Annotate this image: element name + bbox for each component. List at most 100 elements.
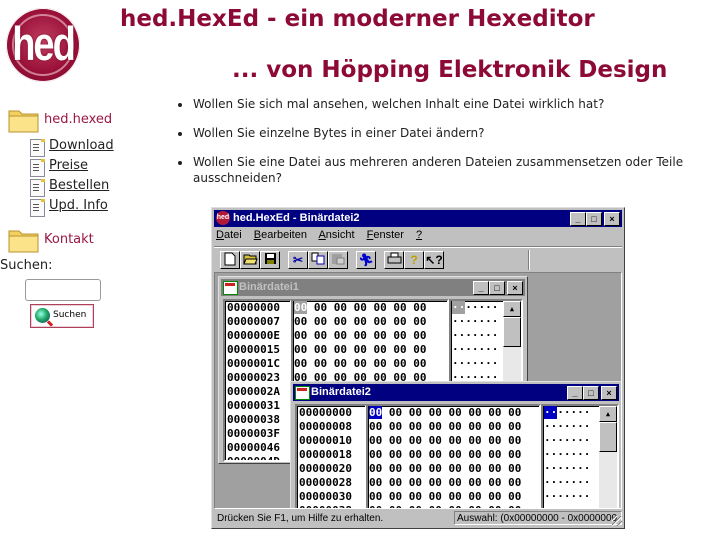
mdi-area: Binärdatei1 _ □ × 00000000 00000007 0000000E… bbox=[214, 272, 622, 509]
status-selection: Auswahl: (0x00000000 - 0x0000000 bbox=[454, 511, 622, 525]
child-window-binaerdatei2[interactable]: Binärdatei2 _ □ × 00000000 00000008 00000010… bbox=[290, 381, 621, 508]
close-button[interactable]: × bbox=[507, 281, 523, 295]
offset-cell: 00000000 bbox=[299, 406, 352, 419]
save-icon[interactable] bbox=[260, 251, 280, 269]
sidebar-link-bestellen[interactable]: Bestellen bbox=[30, 176, 158, 197]
cursor-cell[interactable]: ·· bbox=[452, 301, 466, 314]
offset-cell: 00000038 bbox=[297, 504, 365, 508]
offset-cell: 00000038 bbox=[227, 413, 280, 426]
link-bestellen[interactable]: Bestellen bbox=[49, 178, 109, 193]
hex-column[interactable]: 00 00 00 00 00 00 00 00 00 00 00 00 00 00… bbox=[366, 404, 541, 508]
logo-text: hed bbox=[12, 18, 76, 72]
search-button-label: Suchen bbox=[53, 310, 87, 320]
menu-bearbeiten[interactable]: Bearbeiten bbox=[254, 229, 307, 241]
menu-help[interactable]: ? bbox=[416, 229, 422, 241]
hex-row[interactable]: 00 00 00 00 00 00 00 bbox=[293, 301, 447, 315]
feature-list: Wollen Sie sich mal ansehen, welchen Inh… bbox=[176, 96, 696, 199]
close-button[interactable]: × bbox=[604, 212, 620, 226]
sidebar: hed.hexed Download Preise Bestellen Upd.… bbox=[0, 104, 158, 328]
hex-row[interactable]: 00 00 00 00 00 00 00 00 bbox=[368, 434, 539, 448]
context-help-icon[interactable]: ↖? bbox=[424, 251, 444, 269]
hex-row[interactable]: 00 00 00 00 00 00 00 00 bbox=[368, 462, 539, 476]
offset-cell: 00000010 bbox=[299, 434, 352, 447]
list-item: Wollen Sie eine Datei aus mehreren ander… bbox=[176, 154, 696, 186]
status-help-text: Drücken Sie F1, um Hilfe zu erhalten. bbox=[217, 513, 384, 524]
page-title: hed.HexEd - ein moderner Hexeditor bbox=[120, 6, 595, 32]
cursor-cell[interactable]: 00 bbox=[294, 301, 308, 314]
app-icon: hed bbox=[216, 211, 230, 225]
document-window-icon bbox=[223, 281, 238, 295]
offset-cell: 00000007 bbox=[227, 315, 280, 328]
new-file-icon[interactable] bbox=[220, 251, 240, 269]
hex-row[interactable]: 00 00 00 00 00 00 00 00 bbox=[368, 490, 539, 504]
hex-row[interactable]: 00 00 00 00 00 00 00 00 bbox=[368, 448, 539, 462]
ascii-column[interactable]: ······· ······· ······· ······· ······· ·····… bbox=[541, 404, 619, 508]
hexed-app-screenshot: hed hed.HexEd - Binärdatei2 _ □ × Datei Be… bbox=[211, 207, 625, 529]
minimize-button[interactable]: _ bbox=[567, 386, 583, 400]
child-title: Binärdatei2 bbox=[311, 386, 371, 398]
hex-row[interactable]: 00 00 00 00 00 00 00 00 bbox=[368, 504, 539, 508]
sidebar-section-label: Kontakt bbox=[44, 232, 94, 247]
help-icon[interactable]: ? bbox=[404, 251, 424, 269]
run-icon[interactable]: 🏃︎ bbox=[356, 251, 376, 269]
search-input[interactable] bbox=[25, 279, 101, 301]
hex-row[interactable]: 00 00 00 00 00 00 00 00 bbox=[368, 406, 539, 420]
app-titlebar: hed hed.HexEd - Binärdatei2 _ □ × bbox=[214, 210, 622, 227]
sidebar-link-download[interactable]: Download bbox=[30, 136, 158, 157]
maximize-button[interactable]: □ bbox=[489, 281, 505, 295]
offset-cell: 0000001C bbox=[227, 357, 280, 370]
scroll-thumb[interactable] bbox=[503, 317, 521, 347]
link-download[interactable]: Download bbox=[49, 138, 114, 153]
scroll-thumb[interactable] bbox=[599, 422, 617, 452]
hed-logo[interactable]: hed bbox=[6, 8, 80, 82]
offset-cell: 00000008 bbox=[299, 420, 352, 433]
menu-fenster[interactable]: Fenster bbox=[367, 229, 404, 241]
offset-cell: 0000000E bbox=[227, 329, 280, 342]
minimize-button[interactable]: _ bbox=[570, 212, 586, 226]
child-titlebar: Binärdatei1 _ □ × bbox=[221, 279, 525, 296]
offset-cell: 00000018 bbox=[299, 448, 352, 461]
print-icon[interactable] bbox=[384, 251, 404, 269]
scroll-up-button[interactable]: ▲ bbox=[503, 301, 521, 317]
sidebar-section-hedhexed[interactable]: hed.hexed bbox=[8, 104, 158, 136]
offset-cell: 00000000 bbox=[227, 301, 280, 314]
cursor-cell[interactable]: ·· bbox=[544, 406, 558, 419]
hex-row[interactable]: 00 00 00 00 00 00 00 bbox=[293, 329, 447, 343]
app-title: hed.HexEd - Binärdatei2 bbox=[233, 212, 360, 224]
sidebar-link-upd-info[interactable]: Upd. Info bbox=[30, 196, 158, 217]
menu-datei[interactable]: Datei bbox=[216, 229, 242, 241]
resize-grip[interactable] bbox=[612, 516, 622, 526]
hex-row[interactable]: 00 00 00 00 00 00 00 bbox=[293, 343, 447, 357]
search-label: Suchen: bbox=[0, 258, 53, 273]
hex-row[interactable]: 00 00 00 00 00 00 00 bbox=[293, 315, 447, 329]
list-item: Wollen Sie sich mal ansehen, welchen Inh… bbox=[176, 96, 696, 112]
maximize-button[interactable]: □ bbox=[586, 212, 602, 226]
menu-ansicht[interactable]: Ansicht bbox=[318, 229, 354, 241]
cursor-cell[interactable]: 00 bbox=[369, 406, 383, 419]
status-bar: Drücken Sie F1, um Hilfe zu erhalten. Au… bbox=[214, 511, 622, 526]
link-upd-info[interactable]: Upd. Info bbox=[49, 198, 108, 213]
sidebar-section-kontakt[interactable]: Kontakt bbox=[8, 224, 158, 256]
link-preise[interactable]: Preise bbox=[49, 158, 88, 173]
child-title: Binärdatei1 bbox=[239, 281, 299, 293]
cut-icon[interactable]: ✂ bbox=[288, 251, 308, 269]
maximize-button[interactable]: □ bbox=[583, 386, 599, 400]
offset-cell: 0000004D bbox=[227, 455, 280, 462]
sidebar-link-preise[interactable]: Preise bbox=[30, 156, 158, 177]
scroll-up-button[interactable]: ▲ bbox=[599, 406, 617, 422]
search-button[interactable]: Suchen bbox=[30, 304, 94, 328]
page-subtitle: ... von Höpping Elektronik Design bbox=[232, 57, 668, 83]
vertical-scrollbar[interactable]: ▲ bbox=[599, 406, 617, 508]
paste-icon[interactable] bbox=[328, 251, 348, 269]
globe-search-icon bbox=[35, 308, 50, 323]
close-button[interactable]: × bbox=[601, 386, 617, 400]
minimize-button[interactable]: _ bbox=[473, 281, 489, 295]
toolbar-divider bbox=[528, 250, 529, 270]
copy-icon[interactable] bbox=[308, 251, 328, 269]
hex-row[interactable]: 00 00 00 00 00 00 00 00 bbox=[368, 420, 539, 434]
hex-row[interactable]: 00 00 00 00 00 00 00 00 bbox=[368, 476, 539, 490]
offset-cell: 00000023 bbox=[227, 371, 280, 384]
toolbar: ✂ 🏃︎ ? ↖? bbox=[214, 246, 622, 271]
hex-row[interactable]: 00 00 00 00 00 00 00 bbox=[293, 357, 447, 371]
open-folder-icon[interactable] bbox=[240, 251, 260, 269]
